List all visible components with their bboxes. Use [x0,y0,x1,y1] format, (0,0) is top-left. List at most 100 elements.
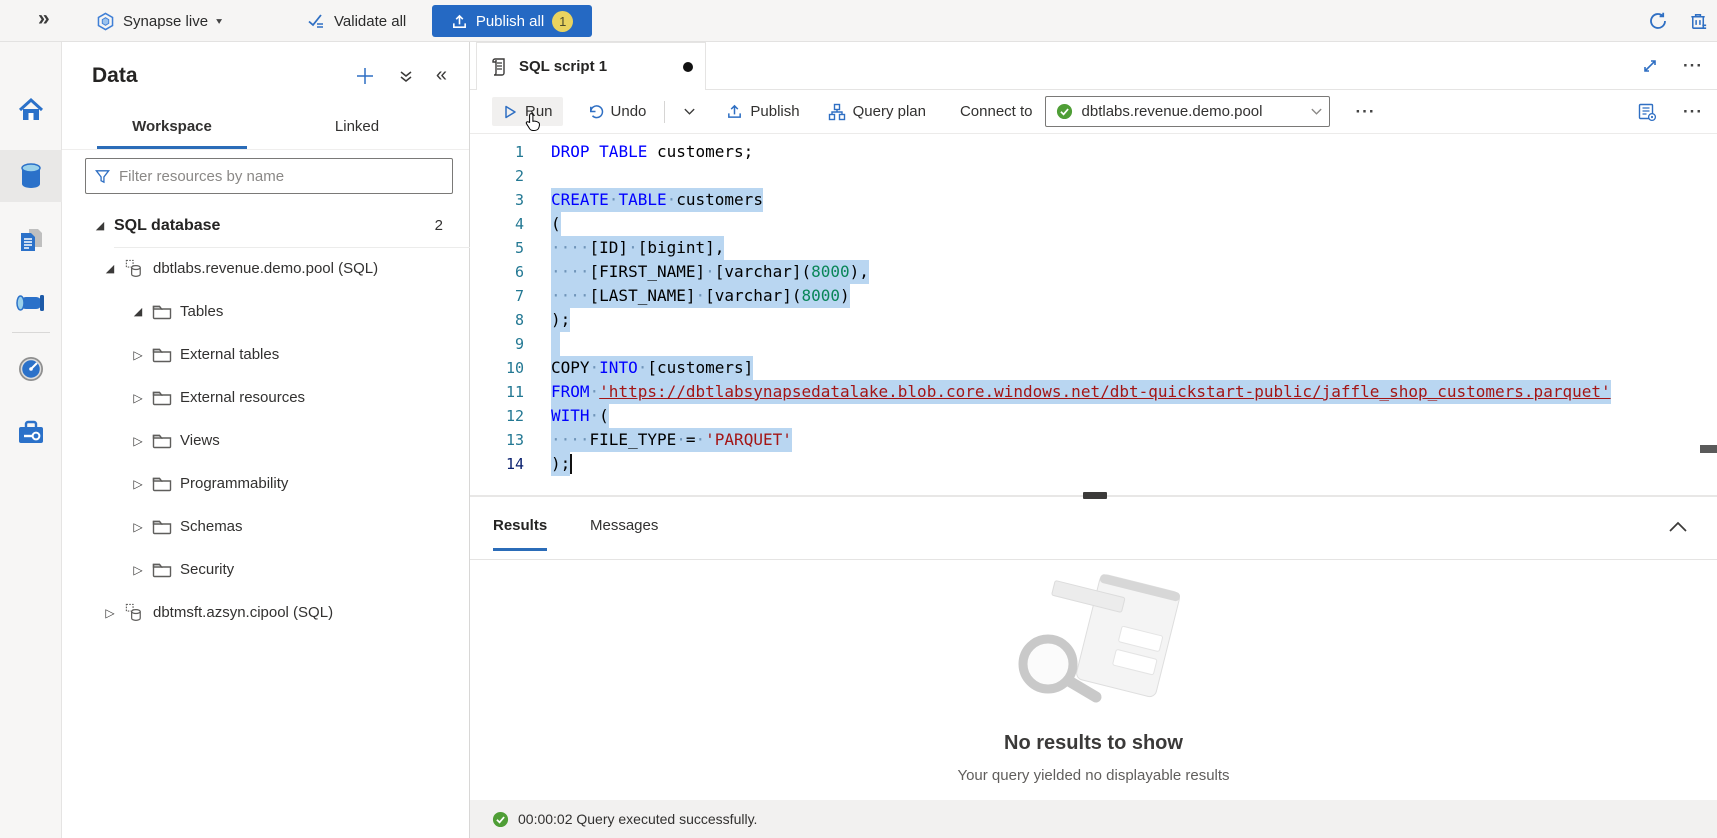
tree-item-external-resources[interactable]: ▷External resources [62,376,469,419]
rail-item-monitor[interactable] [0,343,62,395]
editor-more-actions[interactable]: ··· [1683,102,1703,122]
tree-item-tables[interactable]: ◢Tables [62,290,469,333]
code-token: · [696,286,706,305]
database-icon [124,258,145,279]
code-line-12[interactable]: 12WITH·( [470,404,1717,428]
code-token: · [590,406,600,425]
collapse-results-chevron-icon[interactable] [1667,519,1689,535]
tree-item-sql-database[interactable]: ◢SQL database2 [62,204,469,247]
data-icon [17,161,45,191]
rail-item-integrate[interactable] [0,278,62,330]
line-number: 7 [470,284,524,308]
code-token: 8000 [811,262,850,281]
code-line-5[interactable]: 5····[ID]·[bigint], [470,236,1717,260]
tree-item-external-tables[interactable]: ▷External tables [62,333,469,376]
rail-item-manage[interactable] [0,407,62,459]
sql-code-editor[interactable]: 1DROP TABLE customers;23CREATE·TABLE·cus… [470,134,1717,495]
connect-to-label: Connect to [960,103,1033,120]
code-line-9[interactable]: 9 [470,332,1717,356]
undo-button[interactable]: Undo [577,97,657,126]
expander-expanded-icon[interactable]: ◢ [102,262,118,275]
code-token: · [590,358,600,377]
tree-item-security[interactable]: ▷Security [62,548,469,591]
code-token: 8000 [801,286,840,305]
tab-results[interactable]: Results [493,517,547,551]
add-resource-button[interactable] [354,65,376,87]
code-line-11[interactable]: 11FROM·'https://dbtlabsynapsedatalake.bl… [470,380,1717,404]
document-tab-bar: SQL script 1 ··· [470,42,1717,90]
expander-expanded-icon[interactable]: ◢ [92,219,108,232]
rail-item-develop[interactable] [0,214,62,266]
collapse-panel-icon[interactable]: « [436,64,447,87]
code-token: ···· [551,262,590,281]
tree-item-programmability[interactable]: ▷Programmability [62,462,469,505]
text-cursor [570,454,572,474]
home-icon [16,96,46,126]
code-token: ···· [551,286,590,305]
code-line-7[interactable]: 7····[LAST_NAME]·[varchar](8000) [470,284,1717,308]
expander-collapsed-icon[interactable]: ▷ [130,563,146,577]
expander-collapsed-icon[interactable]: ▷ [130,477,146,491]
code-token: ), [850,262,869,281]
tree-item-views[interactable]: ▷ Views [62,419,469,462]
code-line-1[interactable]: 1DROP TABLE customers; [470,140,1717,164]
editor-scrollbar-thumb[interactable] [1700,445,1717,453]
properties-icon[interactable] [1637,102,1657,122]
line-number: 4 [470,212,524,236]
expander-collapsed-icon[interactable]: ▷ [130,348,146,362]
tab-linked[interactable]: Linked [282,110,432,149]
tab-workspace[interactable]: Workspace [97,110,247,149]
database-icon [124,602,145,623]
tab-more-actions[interactable]: ··· [1683,56,1703,76]
chevron-down-icon: ▾ [216,15,222,26]
folder-icon [152,432,172,449]
discard-trash-button[interactable] [1688,0,1709,42]
validate-all-button[interactable]: Validate all [306,0,406,42]
toolbar-more-actions[interactable]: ··· [1356,102,1376,122]
query-status-bar: 00:00:02 Query executed successfully. [470,800,1717,838]
query-plan-label: Query plan [853,103,926,120]
publish-button[interactable]: Publish [716,97,809,126]
run-options-chevron[interactable] [673,99,706,124]
connect-to-pool-dropdown[interactable]: dbtlabs.revenue.demo.pool [1045,96,1330,127]
run-label: Run [525,103,553,120]
code-line-6[interactable]: 6····[FIRST_NAME]·[varchar](8000), [470,260,1717,284]
refresh-button[interactable] [1647,0,1669,42]
code-line-10[interactable]: 10COPY·INTO·[customers] [470,356,1717,380]
tree-item-label: Schemas [180,518,243,535]
expander-collapsed-icon[interactable]: ▷ [102,606,118,620]
tree-item-dbtmsft-azsyn-cipool-sql[interactable]: ▷dbtmsft.azsyn.cipool (SQL) [62,591,469,634]
tree-item-schemas[interactable]: ▷ Schemas [62,505,469,548]
run-button[interactable]: Run [492,97,563,126]
expander-collapsed-icon[interactable]: ▷ [130,391,146,405]
rail-item-home[interactable] [0,85,62,137]
code-line-8[interactable]: 8); [470,308,1717,332]
folder-icon [152,561,172,578]
code-line-4[interactable]: 4( [470,212,1717,236]
rail-item-data[interactable] [0,150,62,202]
unsaved-dot-icon [683,62,693,72]
publish-label: Publish [750,103,799,120]
code-token: WITH [551,406,590,425]
collapse-all-icon[interactable] [398,68,414,84]
tree-item-dbtlabs-revenue-demo-pool-sql[interactable]: ◢dbtlabs.revenue.demo.pool (SQL) [62,247,469,290]
code-line-2[interactable]: 2 [470,164,1717,188]
git-mode-selector[interactable]: Synapse live ▾ [96,0,222,42]
expander-expanded-icon[interactable]: ◢ [130,305,146,318]
expand-rail-icon[interactable]: » [38,7,48,31]
tab-messages[interactable]: Messages [590,517,658,548]
expander-collapsed-icon[interactable]: ▷ [130,434,146,448]
query-plan-button[interactable]: Query plan [818,97,936,127]
publish-all-button[interactable]: Publish all 1 [432,5,592,37]
code-line-13[interactable]: 13····FILE_TYPE·=·'PARQUET' [470,428,1717,452]
expand-editor-icon[interactable] [1641,57,1659,75]
tree-item-label: Views [180,432,220,449]
expander-collapsed-icon[interactable]: ▷ [130,520,146,534]
tab-sql-script-1[interactable]: SQL script 1 [476,42,706,90]
code-line-14[interactable]: 14); [470,452,1717,476]
line-number: 6 [470,260,524,284]
dropdown-chevron-icon [1310,105,1323,118]
line-number: 1 [470,140,524,164]
filter-resources-input[interactable] [119,168,444,185]
code-line-3[interactable]: 3CREATE·TABLE·customers [470,188,1717,212]
